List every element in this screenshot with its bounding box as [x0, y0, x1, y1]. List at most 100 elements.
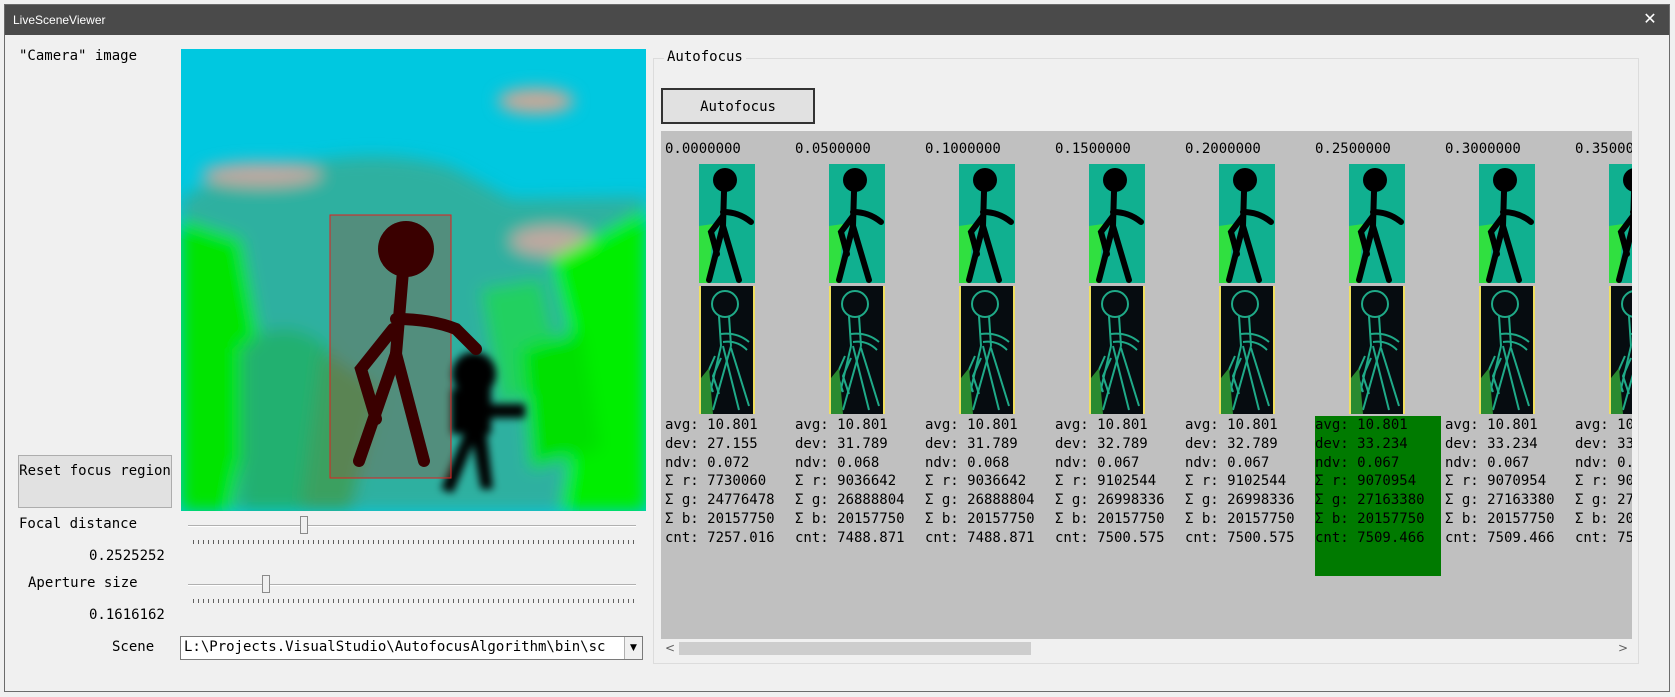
focal-distance-slider[interactable]	[188, 525, 636, 527]
best-focus-stats: avg: 10.801 dev: 33.234 ndv: 0.067 Σ r: 907…	[1315, 416, 1441, 576]
stat-cnt: cnt: 7509.466	[1445, 529, 1555, 546]
focus-stats: avg: 10.801 dev: 33.234 ndv: 0.067 Σ r: 907…	[1575, 416, 1632, 576]
stat-r: Σ r: 9036642	[925, 473, 1027, 490]
stat-avg: avg: 10.801	[1055, 417, 1148, 433]
stat-avg: avg: 10.801	[1185, 417, 1278, 433]
autofocus-column: 0.2000000 avg: 10.801 dev: 32.789 ndv: 0.06…	[1181, 131, 1311, 581]
autofocus-column: 0.0500000 avg: 10.801 dev: 31.789 ndv: 0.06…	[791, 131, 921, 581]
stat-dev: dev: 33.234	[1315, 435, 1408, 452]
stat-dev: dev: 31.789	[925, 435, 1018, 452]
focal-distance-ticks	[193, 540, 636, 544]
stat-dev: dev: 32.789	[1185, 435, 1278, 452]
aperture-size-slider-thumb[interactable]	[262, 575, 271, 593]
stat-ndv: ndv: 0.067	[1055, 454, 1140, 471]
focus-region-thumbnail	[1349, 164, 1405, 283]
focus-stats: avg: 10.801 dev: 33.234 ndv: 0.067 Σ r: 907…	[1445, 416, 1571, 576]
stat-dev: dev: 27.155	[665, 435, 758, 452]
scroll-left-icon[interactable]: <	[661, 639, 679, 657]
stat-b: Σ b: 20157750	[1315, 510, 1425, 527]
edge-detection-thumbnail	[1479, 286, 1535, 414]
focus-stats: avg: 10.801 dev: 31.789 ndv: 0.068 Σ r: 903…	[795, 416, 921, 576]
stat-g: Σ g: 26888804	[795, 492, 905, 509]
focus-position-label: 0.3000000	[1445, 141, 1521, 157]
stat-cnt: cnt: 7509.466	[1575, 529, 1632, 546]
edge-detection-thumbnail	[1219, 286, 1275, 414]
edge-detection-thumbnail	[1349, 286, 1405, 414]
stat-ndv: ndv: 0.067	[1575, 454, 1632, 471]
focus-region-thumbnail	[1089, 164, 1145, 283]
focus-region-thumbnail	[1609, 164, 1632, 283]
aperture-size-label: Aperture size	[28, 575, 138, 591]
stat-ndv: ndv: 0.067	[1185, 454, 1270, 471]
edge-detection-thumbnail	[699, 286, 755, 414]
stat-g: Σ g: 26998336	[1055, 492, 1165, 509]
edge-detection-thumbnail	[829, 286, 885, 414]
horizontal-scrollbar[interactable]: < >	[661, 639, 1632, 657]
stat-g: Σ g: 26998336	[1185, 492, 1295, 509]
autofocus-column: 0.2500000 avg: 10.801 dev: 33.234 ndv: 0.06…	[1311, 131, 1441, 581]
autofocus-column: 0.3500000 avg: 10.801 dev: 33.234 ndv: 0.06…	[1571, 131, 1632, 581]
focus-stats: avg: 10.801 dev: 27.155 ndv: 0.072 Σ r: 773…	[665, 416, 791, 576]
focus-position-label: 0.1000000	[925, 141, 1001, 157]
stat-avg: avg: 10.801	[795, 417, 888, 433]
aperture-size-value: 0.1616162	[89, 607, 165, 623]
focus-region-thumbnail	[829, 164, 885, 283]
stat-dev: dev: 33.234	[1575, 435, 1632, 452]
scene-dropdown[interactable]: L:\Projects.VisualStudio\AutofocusAlgori…	[180, 636, 643, 660]
stat-r: Σ r: 9102544	[1185, 473, 1287, 490]
focal-distance-slider-thumb[interactable]	[300, 516, 309, 534]
camera-image[interactable]	[181, 49, 646, 511]
autofocus-button[interactable]: Autofocus	[661, 88, 815, 124]
stat-b: Σ b: 20157750	[665, 510, 775, 527]
focus-position-label: 0.2500000	[1315, 141, 1391, 157]
aperture-size-slider[interactable]	[188, 584, 636, 586]
focus-region-thumbnail	[959, 164, 1015, 283]
stat-avg: avg: 10.801	[665, 417, 758, 433]
focus-stats: avg: 10.801 dev: 32.789 ndv: 0.067 Σ r: 910…	[1055, 416, 1181, 576]
stat-dev: dev: 32.789	[1055, 435, 1148, 452]
edge-detection-thumbnail	[959, 286, 1015, 414]
camera-image-label: "Camera" image	[19, 48, 138, 64]
stat-b: Σ b: 20157750	[1575, 510, 1632, 527]
focus-stats: avg: 10.801 dev: 32.789 ndv: 0.067 Σ r: 910…	[1185, 416, 1311, 576]
stat-b: Σ b: 20157750	[1185, 510, 1295, 527]
focus-position-label: 0.3500000	[1575, 141, 1632, 157]
stat-r: Σ r: 7730060	[665, 473, 767, 490]
stat-b: Σ b: 20157750	[795, 510, 905, 527]
stat-r: Σ r: 9102544	[1055, 473, 1157, 490]
autofocus-group-title: Autofocus	[664, 49, 746, 65]
focus-position-label: 0.0500000	[795, 141, 871, 157]
stat-ndv: ndv: 0.067	[1445, 454, 1530, 471]
stat-cnt: cnt: 7488.871	[925, 529, 1035, 546]
focus-position-label: 0.2000000	[1185, 141, 1261, 157]
focal-distance-value: 0.2525252	[89, 548, 165, 564]
window-title: LiveSceneViewer	[13, 13, 106, 27]
focal-distance-label: Focal distance	[19, 516, 138, 532]
focus-position-label: 0.1500000	[1055, 141, 1131, 157]
stat-ndv: ndv: 0.068	[795, 454, 880, 471]
autofocus-column: 0.0000000 avg: 10.801 dev: 27.155 ndv: 0.07…	[661, 131, 791, 581]
stat-dev: dev: 31.789	[795, 435, 888, 452]
focus-region-thumbnail	[1479, 164, 1535, 283]
stat-g: Σ g: 26888804	[925, 492, 1035, 509]
stat-g: Σ g: 27163380	[1445, 492, 1555, 509]
reset-focus-region-button[interactable]: Reset focus region	[18, 455, 172, 508]
stat-r: Σ r: 9070954	[1445, 473, 1547, 490]
edge-detection-thumbnail	[1089, 286, 1145, 414]
scrollbar-thumb[interactable]	[679, 642, 1031, 655]
stat-ndv: ndv: 0.067	[1315, 454, 1400, 471]
stat-r: Σ r: 9036642	[795, 473, 897, 490]
scroll-right-icon[interactable]: >	[1614, 639, 1632, 657]
autofocus-results-panel[interactable]: 0.0000000 avg: 10.801 dev: 27.155 ndv: 0.07…	[661, 131, 1632, 639]
autofocus-column: 0.1500000 avg: 10.801 dev: 32.789 ndv: 0.06…	[1051, 131, 1181, 581]
stat-ndv: ndv: 0.068	[925, 454, 1010, 471]
focus-position-label: 0.0000000	[665, 141, 741, 157]
chevron-down-icon[interactable]: ▼	[624, 637, 642, 659]
autofocus-column: 0.3000000 avg: 10.801 dev: 33.234 ndv: 0.06…	[1441, 131, 1571, 581]
stat-b: Σ b: 20157750	[925, 510, 1035, 527]
stat-r: Σ r: 9070954	[1315, 473, 1417, 490]
aperture-size-ticks	[193, 599, 636, 603]
close-icon[interactable]: ✕	[1637, 5, 1663, 35]
stat-avg: avg: 10.801	[925, 417, 1018, 433]
stat-g: Σ g: 27163380	[1575, 492, 1632, 509]
